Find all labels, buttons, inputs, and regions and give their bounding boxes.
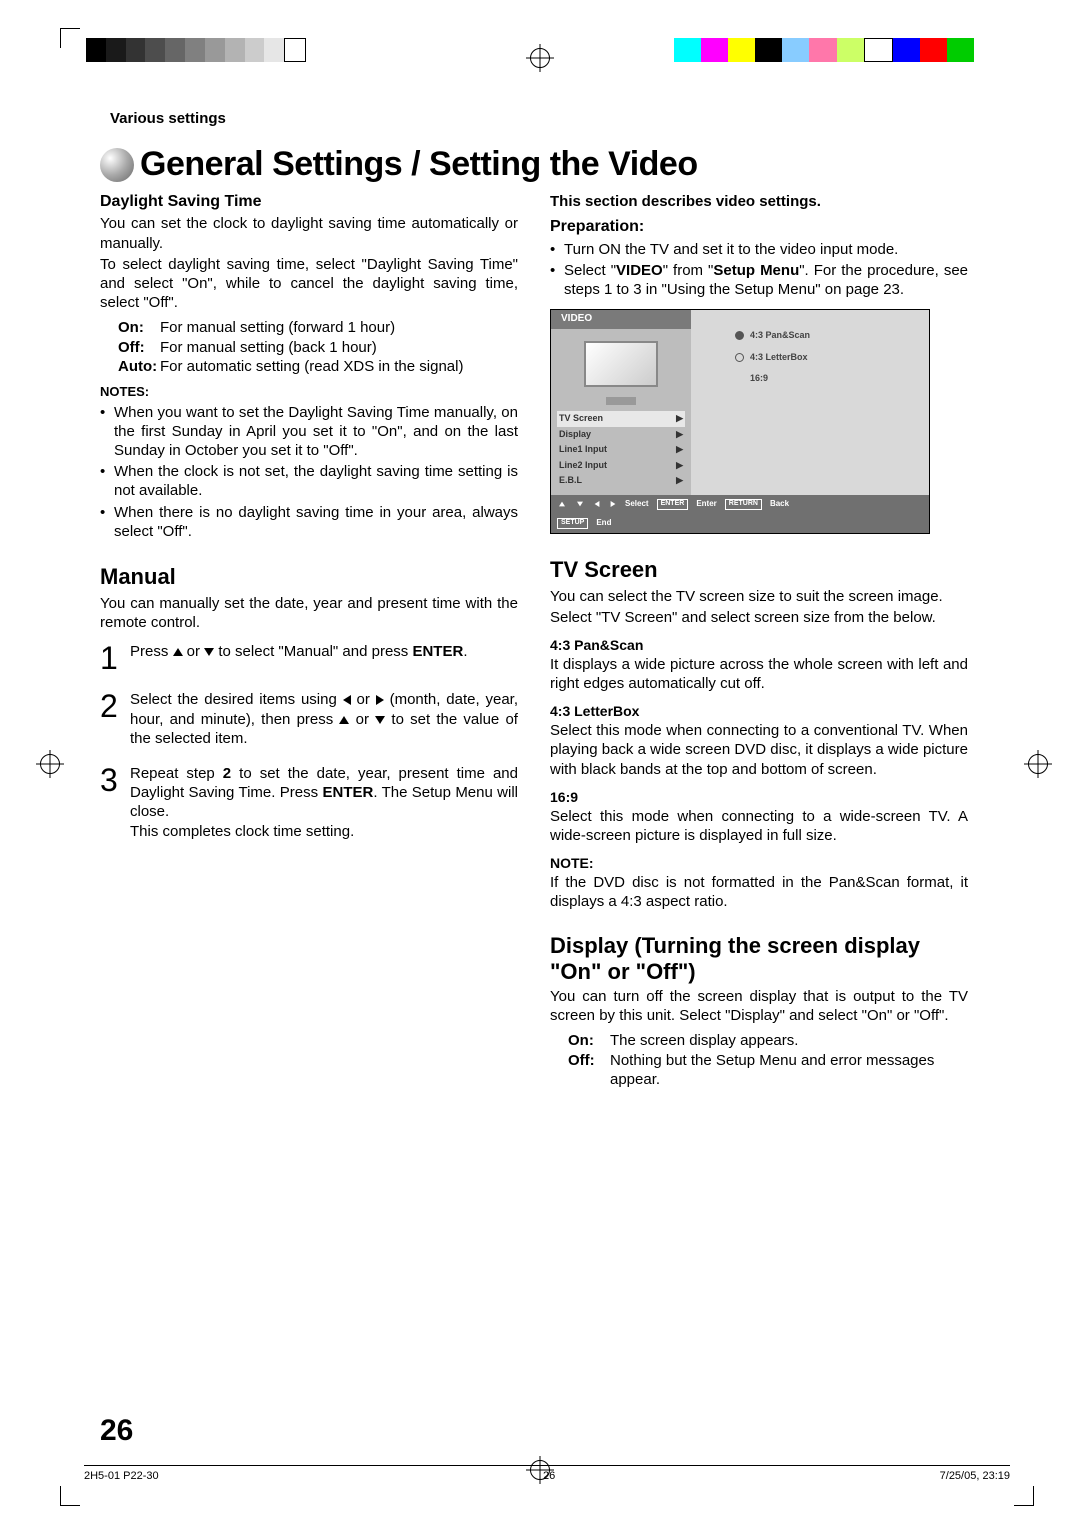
heading: Preparation:: [550, 217, 968, 237]
step: 2 Select the desired items using or (mon…: [100, 690, 518, 748]
heading: Display (Turning the screen display "On"…: [550, 933, 968, 984]
list-item: Turn ON the TV and set it to the video i…: [550, 240, 968, 259]
body-text: You can manually set the date, year and …: [100, 594, 518, 632]
breadcrumb: Various settings: [110, 110, 970, 127]
registration-mark-icon: [36, 750, 64, 778]
triangle-right-icon: [376, 695, 384, 705]
osd-hint-bar: Select ENTER Enter RETURN Back SETUP End: [551, 495, 929, 533]
osd-item: E.B.L▶: [557, 473, 685, 489]
notes-heading: NOTES:: [100, 384, 518, 401]
list-item: Select "VIDEO" from "Setup Menu". For th…: [550, 261, 968, 299]
triangle-down-icon: [204, 648, 214, 656]
term: Off:: [118, 338, 160, 357]
footer-file: 2H5-01 P22-30: [84, 1470, 159, 1482]
term: On:: [118, 318, 160, 337]
triangle-left-icon: [343, 695, 351, 705]
step-number: 3: [100, 764, 130, 841]
step-text: Press or to select "Manual" and press EN…: [130, 642, 518, 674]
osd-header: VIDEO: [551, 310, 691, 329]
triangle-up-icon: [173, 648, 183, 656]
body-text: If the DVD disc is not formatted in the …: [550, 873, 968, 911]
sub-heading: 16:9: [550, 789, 968, 807]
color-calibration-bar: [674, 38, 974, 62]
step-text: Select the desired items using or (month…: [130, 690, 518, 748]
body-text: You can set the clock to daylight saving…: [100, 214, 518, 252]
body-text: You can turn off the screen display that…: [550, 987, 968, 1025]
definition: Nothing but the Setup Menu and error mes…: [610, 1051, 968, 1089]
osd-item: Line2 Input▶: [557, 458, 685, 474]
right-column: This section describes video settings. P…: [550, 192, 968, 1095]
notes-list: When you want to set the Daylight Saving…: [100, 403, 518, 541]
definition-list: On:The screen display appears. Off:Nothi…: [568, 1031, 968, 1089]
radio-off-icon: [735, 353, 744, 362]
print-footer: 2H5-01 P22-30 26 7/25/05, 23:19: [84, 1465, 1010, 1482]
left-column: Daylight Saving Time You can set the clo…: [100, 192, 518, 1095]
gray-calibration-bar: [86, 38, 306, 62]
section-bullet-icon: [100, 148, 134, 182]
list-item: When there is no daylight saving time in…: [100, 503, 518, 541]
osd-item: Line1 Input▶: [557, 442, 685, 458]
sub-heading: 4:3 LetterBox: [550, 703, 968, 721]
list-item: When you want to set the Daylight Saving…: [100, 403, 518, 461]
osd-menu-figure: VIDEO TV Screen▶ Display▶ Line1 Input▶ L…: [550, 309, 930, 533]
triangle-up-icon: [339, 716, 349, 724]
definition: For manual setting (back 1 hour): [160, 338, 377, 357]
term: Off:: [568, 1051, 610, 1089]
sub-heading: 4:3 Pan&Scan: [550, 637, 968, 655]
footer-page: 26: [543, 1470, 555, 1482]
step: 3 Repeat step 2 to set the date, year, p…: [100, 764, 518, 841]
footer-timestamp: 7/25/05, 23:19: [940, 1470, 1010, 1482]
osd-item: TV Screen▶: [557, 411, 685, 427]
body-text: Select this mode when connecting to a wi…: [550, 807, 968, 845]
crop-mark-icon: [60, 1486, 80, 1506]
step-number: 2: [100, 690, 130, 748]
body-text: Select "TV Screen" and select screen siz…: [550, 608, 968, 627]
step-number: 1: [100, 642, 130, 674]
definition: For automatic setting (read XDS in the s…: [160, 357, 463, 376]
registration-mark-icon: [1024, 750, 1052, 778]
step: 1 Press or to select "Manual" and press …: [100, 642, 518, 674]
body-text: To select daylight saving time, select "…: [100, 255, 518, 313]
term: On:: [568, 1031, 610, 1050]
notes-heading: NOTE:: [550, 855, 968, 873]
heading: Manual: [100, 563, 518, 591]
step-text: Repeat step 2 to set the date, year, pre…: [130, 764, 518, 841]
body-text: Select this mode when connecting to a co…: [550, 721, 968, 779]
osd-item: Display▶: [557, 427, 685, 443]
heading: TV Screen: [550, 556, 968, 584]
definition-list: On:For manual setting (forward 1 hour) O…: [118, 318, 518, 376]
heading: Daylight Saving Time: [100, 192, 518, 212]
definition: For manual setting (forward 1 hour): [160, 318, 395, 337]
osd-right-pane: 4:3 Pan&Scan 4:3 LetterBox 16:9: [691, 310, 929, 494]
definition: The screen display appears.: [610, 1031, 798, 1050]
list-item: When the clock is not set, the daylight …: [100, 462, 518, 500]
body-text: You can select the TV screen size to sui…: [550, 587, 968, 606]
page-content: Various settings General Settings / Sett…: [100, 110, 970, 1095]
triangle-down-icon: [375, 716, 385, 724]
crop-mark-icon: [1014, 1486, 1034, 1506]
term: Auto:: [118, 357, 160, 376]
print-page: Various settings General Settings / Sett…: [0, 0, 1080, 1528]
page-title: General Settings / Setting the Video: [140, 145, 698, 184]
radio-on-icon: [735, 331, 744, 340]
crop-mark-icon: [60, 28, 80, 48]
tv-icon: [576, 337, 666, 405]
page-number: 26: [100, 1414, 133, 1448]
prep-list: Turn ON the TV and set it to the video i…: [550, 240, 968, 300]
step-list: 1 Press or to select "Manual" and press …: [100, 642, 518, 840]
registration-mark-icon: [526, 44, 554, 72]
osd-left-pane: VIDEO TV Screen▶ Display▶ Line1 Input▶ L…: [551, 310, 691, 494]
body-text: It displays a wide picture across the wh…: [550, 655, 968, 693]
body-text: This section describes video settings.: [550, 193, 821, 210]
